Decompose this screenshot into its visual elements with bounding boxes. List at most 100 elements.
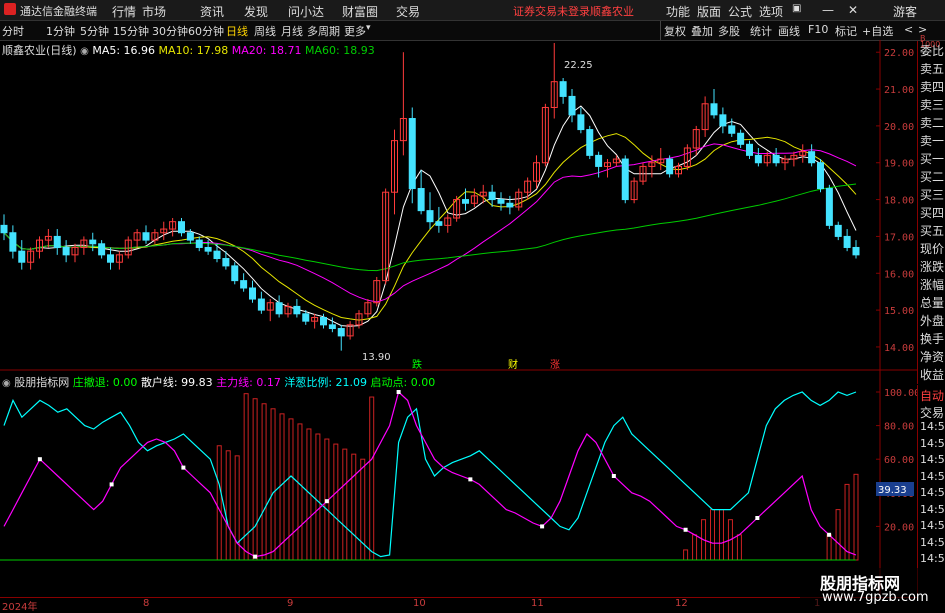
settings-icon[interactable]: ▣: [792, 3, 801, 14]
candle-body: [843, 235, 851, 248]
menu-discover[interactable]: 发现: [244, 3, 268, 20]
nav-prev-icon[interactable]: <: [904, 23, 913, 36]
divider: [660, 21, 661, 40]
tf-more[interactable]: 更多: [344, 23, 366, 39]
candle-body: [142, 232, 150, 241]
quote-field-label: 买一: [920, 152, 945, 166]
indicator-bar: [683, 549, 689, 561]
high-price-mark: 22.25: [564, 60, 593, 71]
quote-field-label: 买四: [920, 206, 945, 220]
tf-60min[interactable]: 60分钟: [188, 23, 224, 39]
chart-area[interactable]: 22.00 21.00 20.00 19.00 18.00 17.00 16.00 15.00…: [0, 40, 917, 597]
candle-body: [231, 265, 239, 282]
settings-small-icon[interactable]: ◉: [80, 46, 89, 57]
btn-add-watch[interactable]: +自选: [862, 23, 893, 39]
indicator-marker: [755, 516, 760, 520]
tf-30min[interactable]: 30分钟: [152, 23, 188, 39]
settings-small-icon[interactable]: ◉: [2, 378, 11, 389]
tf-weekly[interactable]: 周线: [254, 23, 276, 39]
quote-field-label: 现价: [920, 242, 945, 256]
quote-field-label: 卖四: [920, 80, 945, 94]
menu-formula[interactable]: 公式: [728, 3, 752, 20]
guest-label[interactable]: 游客: [893, 3, 917, 20]
candle-body: [320, 316, 327, 326]
btn-fuquan[interactable]: 复权: [664, 23, 686, 39]
tf-monthly[interactable]: 月线: [281, 23, 303, 39]
indicator-bar: [216, 445, 222, 561]
minimize-icon[interactable]: —: [822, 3, 834, 17]
candle-body: [98, 243, 106, 256]
candle-body: [595, 154, 603, 167]
candle-body: [0, 224, 8, 234]
indicator-item: 洋葱比例: 21.09: [284, 376, 368, 389]
trade-time-label: 14:56: [920, 552, 945, 565]
menu-ask[interactable]: 问小达: [288, 3, 324, 20]
menu-wealth[interactable]: 财富圈: [342, 3, 378, 20]
trade-time-label: 14:56: [920, 486, 945, 499]
cursor-value: 39.33: [878, 485, 907, 496]
indicator-bar: [252, 398, 258, 561]
stock-title: 顺鑫农业(日线): [2, 44, 77, 57]
candle-body: [107, 254, 114, 263]
menu-function[interactable]: 功能: [666, 3, 690, 20]
btn-overlay[interactable]: 叠加: [691, 23, 713, 39]
menu-options[interactable]: 选项: [759, 3, 783, 20]
indicator-bar: [261, 403, 267, 561]
date-label: 8: [143, 598, 150, 609]
tf-multi[interactable]: 多周期: [307, 23, 340, 39]
app-name: 通达信金融终端: [20, 5, 97, 18]
tf-intraday[interactable]: 分时: [2, 23, 24, 39]
candle-body: [559, 81, 567, 97]
menu-trade[interactable]: 交易: [396, 3, 420, 20]
date-label: 2024年: [2, 602, 38, 613]
candle-body: [577, 114, 585, 131]
trade-time-label: 14:56: [920, 535, 945, 549]
quote-side-panel: B 1000 委比 卖五 卖四 卖三 卖二 卖一 买一 买二 买三 买四 买五 现价 涨跌 涨幅 总量 外盘换…: [917, 34, 945, 384]
close-icon[interactable]: ✕: [848, 3, 858, 17]
quote-field-label: 总量: [920, 296, 945, 310]
quote-field-label: 净资: [920, 350, 945, 364]
indicator-bar: [351, 453, 357, 561]
quote-field-label: 买二: [920, 170, 945, 184]
indicator-marker: [324, 499, 329, 504]
btn-mark[interactable]: 标记: [835, 23, 857, 39]
candle-body: [746, 143, 753, 156]
quote-field-label: 卖五: [920, 62, 945, 76]
candle-body: [852, 246, 860, 256]
candle-body: [417, 188, 425, 212]
candle-body: [426, 210, 434, 223]
menu-quotes[interactable]: 行情: [112, 3, 136, 20]
chevron-down-icon[interactable]: ▾: [366, 23, 371, 33]
btn-draw[interactable]: 画线: [778, 23, 800, 39]
indicator-bar: [692, 534, 698, 561]
menu-news[interactable]: 资讯: [200, 3, 224, 20]
indicator-bar: [279, 413, 285, 561]
indicator-bar: [333, 443, 339, 561]
trade-time-label: 14:56: [920, 502, 945, 516]
trade-time-label: 14:56: [920, 420, 945, 433]
tf-5min[interactable]: 5分钟: [80, 23, 109, 39]
tf-daily[interactable]: 日线: [226, 23, 248, 39]
candle-body: [53, 235, 61, 248]
event-mark-drop: 跌: [412, 358, 422, 371]
menu-bar: 通达信金融终端 行情 市场 资讯 发现 问小达 财富圈 交易 证券交易未登录 顺…: [0, 0, 945, 21]
menu-layout[interactable]: 版面: [697, 3, 721, 20]
price-tick-label: 14.00: [884, 343, 914, 354]
btn-f10[interactable]: F10: [808, 23, 828, 36]
trade-time-label: 14:56: [920, 519, 945, 532]
date-label: 10: [413, 598, 426, 609]
candle-body: [249, 287, 256, 300]
tf-1min[interactable]: 1分钟: [46, 23, 75, 39]
tf-15min[interactable]: 15分钟: [113, 23, 149, 39]
price-tick-label: 22.00: [884, 48, 914, 59]
login-warning[interactable]: 证券交易未登录: [513, 3, 590, 19]
btn-stats[interactable]: 统计: [750, 23, 772, 39]
indicator-marker: [396, 390, 401, 394]
btn-multistock[interactable]: 多股: [718, 23, 740, 39]
app-logo-icon: [4, 3, 16, 15]
candle-body: [328, 324, 336, 330]
trade-time-label: 14:56: [920, 436, 945, 450]
menu-market[interactable]: 市场: [142, 3, 166, 20]
ma60-label: MA60: 18.93: [304, 44, 375, 57]
indicator-marker: [181, 465, 186, 470]
